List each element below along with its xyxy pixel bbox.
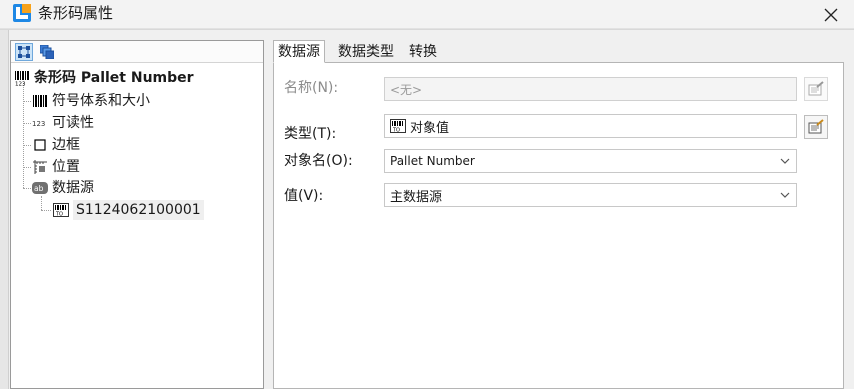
datasource-ab-icon: ab (32, 180, 48, 196)
edit-properties-icon (808, 81, 824, 96)
svg-text:TO: TO (392, 128, 400, 134)
tree-item-label: 符号体系和大小 (52, 93, 150, 109)
object-value-icon: TO (390, 119, 406, 134)
tree-item-symbology[interactable]: 符号体系和大小 (32, 91, 150, 111)
border-icon (32, 137, 48, 153)
tab-datasource[interactable]: 数据源 (273, 40, 325, 63)
tree-item-readability[interactable]: 123 可读性 (32, 113, 94, 133)
tree-item-label: 可读性 (52, 115, 94, 131)
tree-root-label: 条形码 Pallet Number (34, 70, 194, 86)
tree-item-label: 位置 (52, 159, 80, 175)
svg-text:TO: TO (55, 212, 63, 218)
value-label: 值(V): (284, 188, 324, 204)
type-field[interactable]: TO 对象值 (384, 114, 797, 138)
close-icon (824, 8, 838, 21)
chevron-down-icon (780, 192, 790, 198)
object-name-label: 对象名(O): (284, 153, 353, 169)
tree-item-data-object[interactable]: TO S1124062100001 (53, 200, 204, 220)
tree-layers-button[interactable] (38, 43, 56, 61)
type-value: 对象值 (410, 120, 450, 136)
app-logo-icon (13, 4, 31, 22)
tree-guide-line (23, 145, 31, 146)
tree-expand-button[interactable] (15, 43, 33, 61)
value-value: 主数据源 (390, 189, 443, 205)
close-button[interactable] (808, 0, 854, 29)
edit-properties-icon (808, 119, 824, 134)
name-label: 名称(N): (284, 80, 339, 96)
tree-item-label: S1124062100001 (73, 200, 204, 220)
barcode-123-icon: 123 (14, 70, 30, 86)
window-left-edge (0, 30, 9, 389)
tree-layers-icon (40, 45, 54, 59)
tab-control: 数据源 数据类型 转换 名称(N): <无> 类型(T): TO 对象值 对象名… (273, 40, 844, 389)
tree-guide-line (23, 123, 31, 124)
svg-text:123: 123 (15, 82, 26, 87)
tree-root-barcode[interactable]: 123 条形码 Pallet Number (14, 68, 194, 88)
tree-guide-line (41, 196, 42, 210)
tab-transform[interactable]: 转换 (404, 40, 442, 63)
tree-guide-line (41, 210, 51, 211)
svg-text:123: 123 (32, 120, 45, 128)
tree-item-label: 数据源 (52, 180, 94, 196)
position-icon (32, 159, 48, 175)
chevron-down-icon (780, 158, 790, 164)
object-value-icon: TO (53, 202, 69, 218)
tree-item-datasource[interactable]: ab 数据源 (32, 178, 94, 198)
name-edit-button[interactable] (804, 77, 828, 101)
tree-item-label: 边框 (52, 137, 80, 153)
object-name-value: Pallet Number (390, 154, 475, 168)
svg-text:ab: ab (34, 184, 44, 193)
type-label: 类型(T): (284, 126, 337, 142)
property-tree-panel: 123 条形码 Pallet Number 符号体系和大小 123 可读性 边框… (10, 40, 264, 389)
tree-guide-line (23, 101, 31, 102)
readable-123-icon: 123 (32, 115, 48, 131)
tab-data-type[interactable]: 数据类型 (333, 40, 399, 63)
value-select[interactable]: 主数据源 (384, 183, 797, 207)
tree-toolbar (11, 41, 263, 63)
tree-guide-line (23, 188, 31, 189)
type-edit-button[interactable] (804, 115, 828, 139)
name-field[interactable]: <无> (384, 77, 797, 101)
tree-guide-line (23, 167, 31, 168)
name-value: <无> (390, 82, 423, 97)
title-bar: 条形码属性 (0, 0, 854, 29)
window-title: 条形码属性 (38, 4, 114, 22)
object-name-select[interactable]: Pallet Number (384, 149, 797, 173)
barcode-icon (32, 93, 48, 109)
tree-item-border[interactable]: 边框 (32, 135, 80, 155)
tree-expand-icon (18, 46, 30, 58)
tree-item-position[interactable]: 位置 (32, 157, 80, 177)
datasource-tab-page: 名称(N): <无> 类型(T): TO 对象值 对象名(O): Pallet … (273, 62, 844, 389)
tree-guide-line (23, 83, 24, 188)
